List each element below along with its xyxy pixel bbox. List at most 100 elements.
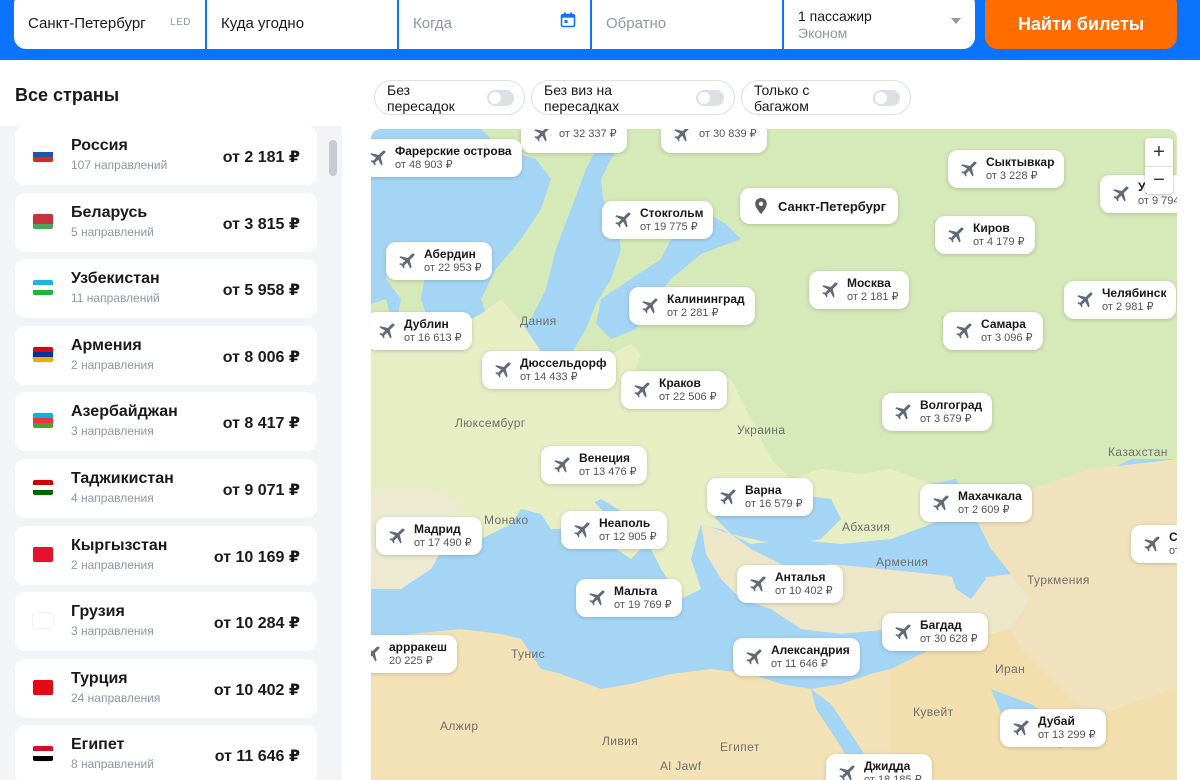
country-name: Россия [71, 137, 128, 154]
country-name: Армения [71, 336, 142, 354]
airplane-icon [1013, 720, 1029, 736]
map-label-luxembourg: Люксембург [455, 416, 526, 430]
country-row[interactable]: Армения 2 направления от 8 006 ₽ [15, 325, 317, 385]
destination-pin[interactable]: аррракеш 20 225 ₽ [371, 635, 458, 673]
country-name: Азербайджан [71, 403, 178, 421]
search-form: Санкт-Петербург LED Куда угодно Когда Об… [14, 0, 975, 49]
passengers-field[interactable]: 1 пассажир Эконом [784, 0, 975, 49]
destination-price: от 11 646 ₽ [771, 658, 828, 670]
destination-field[interactable]: Куда угодно [207, 0, 399, 49]
filter-baggage-toggle[interactable] [872, 89, 900, 106]
destination-pin[interactable]: Джидда от 18 185 ₽ [826, 754, 932, 780]
destination-pin[interactable]: Мадрид от 17 490 ₽ [376, 517, 482, 555]
destination-pin[interactable]: Волгоград от 3 679 ₽ [882, 393, 993, 431]
airplane-icon [642, 298, 658, 314]
destination-price: от 19 769 ₽ [614, 599, 672, 611]
country-row[interactable]: Таджикистан 4 направления от 9 071 ₽ [15, 458, 317, 518]
destination-price: от 2 281 ₽ [667, 307, 719, 319]
airplane-icon [534, 129, 549, 142]
destination-pin[interactable]: Самара от 3 096 ₽ [943, 312, 1043, 350]
destination-pin[interactable]: Калининград от 2 281 ₽ [629, 287, 755, 325]
destination-pin[interactable]: Александрия от 11 646 ₽ [733, 638, 860, 676]
filter-direct[interactable]: Без пересадок [374, 80, 525, 115]
map-label-kuwait: Кувейт [913, 705, 954, 719]
country-row[interactable]: Кыргызстан 2 направления от 10 169 ₽ [15, 525, 317, 585]
flag-icon [33, 746, 53, 762]
airplane-icon [956, 323, 972, 339]
airplane-icon [589, 590, 605, 606]
depart-date-field[interactable]: Когда [399, 0, 592, 49]
filter-no-visa-toggle[interactable] [696, 89, 724, 106]
return-date-field[interactable]: Обратно [592, 0, 784, 49]
cabin-class: Эконом [798, 25, 848, 41]
country-row[interactable]: Узбекистан 11 направлений от 5 958 ₽ [15, 259, 317, 319]
country-row[interactable]: Россия 107 направлений от 2 181 ₽ [15, 126, 317, 185]
airplane-icon [822, 282, 838, 298]
filter-baggage[interactable]: Только с багажом [741, 80, 911, 115]
destination-pin[interactable]: Дубай от 13 299 ₽ [1000, 709, 1106, 747]
destination-pin[interactable]: Махачкала от 2 609 ₽ [920, 484, 1032, 522]
destination-city: Киров [973, 221, 1010, 235]
destination-city: Александрия [771, 643, 850, 657]
destination-pin[interactable]: Дюссельдорф от 14 433 ₽ [482, 351, 617, 389]
map-label-kazakhstan: Казахстан [1108, 445, 1168, 459]
zoom-in-button[interactable]: + [1145, 138, 1173, 166]
country-directions: 4 направления [71, 490, 154, 505]
country-price: от 10 284 ₽ [213, 615, 300, 633]
flag-icon [33, 280, 53, 296]
destination-city: Сам [1169, 530, 1177, 544]
destination-pin[interactable]: Варна от 16 579 ₽ [707, 478, 813, 516]
airplane-icon [720, 489, 736, 505]
scrollbar-thumb[interactable] [329, 140, 337, 176]
find-tickets-button[interactable]: Найти билеты [985, 0, 1177, 49]
filter-direct-toggle[interactable] [486, 89, 514, 106]
country-row[interactable]: Азербайджан 3 направления от 8 417 ₽ [15, 392, 317, 452]
destination-price: от 48 903 ₽ [395, 159, 453, 171]
destination-price: от 22 506 ₽ [659, 391, 717, 403]
country-directions: 3 направления [71, 624, 154, 639]
country-row[interactable]: Грузия 3 направления от 10 284 ₽ [15, 592, 317, 652]
airplane-icon [399, 253, 415, 269]
destination-pin[interactable]: Москва от 2 181 ₽ [809, 271, 909, 309]
destination-pin[interactable]: Мальта от 19 769 ₽ [576, 579, 682, 617]
map-label-al-jawf: Al Jawf [660, 759, 702, 773]
origin-marker[interactable]: Санкт-Петербург [740, 188, 899, 224]
destination-pin[interactable]: Сам от 5 [1131, 525, 1177, 563]
filter-no-visa-label: Без виз на пересадках [544, 81, 620, 114]
country-row[interactable]: Турция 24 направления от 10 402 ₽ [15, 658, 317, 718]
origin-field[interactable]: Санкт-Петербург LED [14, 0, 207, 49]
destination-pin[interactable]: от 30 839 ₽ [661, 129, 767, 153]
destination-pin[interactable]: Багдад от 30 628 ₽ [882, 613, 988, 651]
country-row[interactable]: Египет 8 направлений от 11 646 ₽ [15, 725, 317, 780]
destination-pin[interactable]: Краков от 22 506 ₽ [621, 371, 727, 409]
destination-city: Мадрид [414, 522, 461, 536]
destination-pin[interactable]: Неаполь от 12 905 ₽ [561, 511, 667, 549]
destination-price: от 2 981 ₽ [1102, 301, 1154, 313]
map-label-ukraine: Украина [737, 423, 786, 437]
destination-pin[interactable]: от 32 337 ₽ [521, 129, 627, 153]
destination-pin[interactable]: Челябинск от 2 981 ₽ [1064, 281, 1177, 319]
country-price: от 5 958 ₽ [222, 282, 300, 300]
destination-pin[interactable]: Сыктывкар от 3 228 ₽ [948, 150, 1065, 188]
destinations-map[interactable]: Дания Люксембург Монако Украина Абхазия … [371, 129, 1177, 780]
destination-pin[interactable]: Абердин от 22 953 ₽ [386, 242, 492, 280]
country-name: Узбекистан [71, 270, 160, 288]
zoom-out-button[interactable]: − [1145, 166, 1173, 194]
destination-pin[interactable]: Дублин от 16 613 ₽ [371, 312, 472, 350]
destination-city: Варна [745, 483, 782, 497]
destination-pin[interactable]: Фарерские острова от 48 903 ₽ [371, 139, 522, 177]
country-name: Грузия [71, 603, 125, 621]
filter-no-visa[interactable]: Без виз на пересадках [531, 80, 735, 115]
filter-baggage-label: Только с багажом [754, 81, 810, 114]
destination-price: от 10 402 ₽ [775, 585, 833, 597]
destination-pin[interactable]: Стокгольм от 19 775 ₽ [602, 201, 714, 239]
destination-price: от 30 839 ₽ [699, 129, 757, 140]
calendar-icon[interactable] [560, 12, 576, 28]
destination-pin[interactable]: Киров от 4 179 ₽ [935, 216, 1035, 254]
destination-pin[interactable]: Анталья от 10 402 ₽ [737, 565, 843, 603]
destination-price: от 30 628 ₽ [920, 633, 978, 645]
airplane-icon [371, 646, 380, 662]
country-row[interactable]: Беларусь 5 направлений от 3 815 ₽ [15, 192, 317, 252]
destination-pin[interactable]: Венеция от 13 476 ₽ [541, 446, 647, 484]
airplane-icon [1144, 536, 1160, 552]
